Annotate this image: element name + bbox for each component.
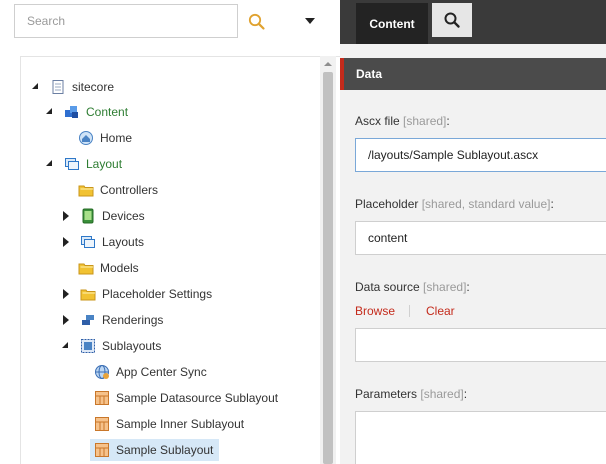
tree-item-label: Content: [86, 105, 129, 119]
tree-item-sample-sublayout[interactable]: Sample Sublayout: [90, 439, 220, 461]
tree-item-sample-datasource-sublayout[interactable]: Sample Datasource Sublayout: [94, 387, 278, 409]
parameters-field[interactable]: [355, 411, 606, 464]
tree-item-sample-inner-sublayout[interactable]: Sample Inner Sublayout: [94, 413, 244, 435]
editor-tab-bar: Content: [340, 0, 606, 44]
search-bar: [0, 0, 340, 56]
expander-expand-icon[interactable]: [62, 231, 70, 253]
tree-item-label: sitecore: [72, 80, 115, 94]
folder-icon: [80, 289, 96, 301]
ascx-file-field[interactable]: [355, 138, 606, 172]
tree-item-controllers[interactable]: Controllers: [78, 179, 158, 201]
tab-content[interactable]: Content: [356, 3, 428, 44]
tree-item-app-center-sync[interactable]: App Center Sync: [94, 361, 207, 383]
field-colon: :: [466, 280, 470, 294]
browse-link[interactable]: Browse: [355, 304, 395, 318]
field-name: Parameters: [355, 387, 418, 401]
data-source-field[interactable]: [355, 328, 606, 362]
ascx-file-input[interactable]: [356, 139, 606, 171]
data-source-label: Data source [shared]:: [355, 280, 470, 294]
search-options-dropdown[interactable]: [300, 12, 320, 32]
tree-item-content[interactable]: Content: [46, 101, 128, 123]
clear-link[interactable]: Clear: [426, 304, 455, 318]
sublayout-icon: [95, 417, 109, 431]
content-tree-pane: sitecore Content Home Layout Controllers…: [0, 0, 340, 464]
data-source-input[interactable]: [356, 329, 606, 361]
ascx-file-label: Ascx file [shared]:: [355, 114, 450, 128]
tree-item-label: Sample Sublayout: [116, 443, 214, 457]
field-meta: [shared]: [423, 280, 467, 294]
field-name: Placeholder: [355, 197, 419, 211]
expander-expand-icon[interactable]: [62, 205, 70, 227]
tree-item-label: Sample Inner Sublayout: [116, 417, 245, 431]
expander-collapse-icon[interactable]: [46, 153, 54, 175]
sublayout-icon: [95, 443, 109, 457]
expander-expand-icon[interactable]: [62, 309, 70, 331]
tree-item-sublayouts[interactable]: Sublayouts: [62, 335, 161, 357]
search-icon: [248, 13, 265, 30]
tree-item-label: Sublayouts: [102, 339, 162, 353]
expander-collapse-icon[interactable]: [32, 76, 40, 98]
field-meta: [shared]: [403, 114, 447, 128]
tree-item-label: Placeholder Settings: [102, 287, 213, 301]
tab-search[interactable]: [432, 3, 472, 37]
tree-item-devices[interactable]: Devices: [62, 205, 145, 227]
renderings-icon: [82, 315, 94, 325]
search-input[interactable]: [15, 5, 237, 37]
section-accent-bar: [340, 58, 344, 90]
tree-item-label: Layouts: [102, 235, 145, 249]
section-header-data[interactable]: Data: [340, 58, 606, 90]
tree-item-label: Renderings: [102, 313, 164, 327]
tree-item-label: Devices: [102, 209, 145, 223]
field-name: Data source: [355, 280, 420, 294]
placeholder-label: Placeholder [shared, standard value]:: [355, 197, 554, 211]
content-editor-pane: Content Data Ascx file [shared]: Placeho…: [340, 0, 606, 464]
field-colon: :: [463, 387, 468, 401]
sublayout-icon: [95, 391, 109, 405]
tab-label: Content: [369, 16, 415, 31]
tree-item-layout[interactable]: Layout: [46, 153, 122, 175]
chevron-down-icon: [305, 18, 315, 24]
expander-expand-icon[interactable]: [62, 283, 70, 305]
tree-item-layouts[interactable]: Layouts: [62, 231, 144, 253]
placeholder-field[interactable]: [355, 221, 606, 255]
tree-item-label: Layout: [86, 157, 123, 171]
search-button[interactable]: [247, 12, 267, 32]
link-divider: [409, 305, 410, 317]
tree-item-renderings[interactable]: Renderings: [62, 309, 163, 331]
field-colon: :: [550, 197, 554, 211]
folder-icon: [78, 185, 94, 197]
device-icon: [82, 208, 94, 224]
globe-icon: [95, 365, 109, 379]
tree-item-label: Home: [100, 131, 133, 145]
tree-scrollbar[interactable]: [320, 56, 336, 464]
section-title: Data: [356, 67, 383, 81]
tree-item-home[interactable]: Home: [78, 127, 132, 149]
sublayouts-icon: [81, 339, 95, 353]
search-field[interactable]: [14, 4, 238, 38]
layout-icon: [65, 158, 79, 170]
field-name: Ascx file: [355, 114, 400, 128]
home-icon: [79, 131, 93, 145]
tree-item-label: Sample Datasource Sublayout: [116, 391, 279, 405]
expander-collapse-icon[interactable]: [46, 101, 54, 123]
tree-item-placeholder-settings[interactable]: Placeholder Settings: [62, 283, 212, 305]
parameters-label: Parameters [shared]:: [355, 387, 467, 401]
tree-item-label: Controllers: [100, 183, 159, 197]
field-meta: [shared]: [420, 387, 464, 401]
placeholder-input[interactable]: [356, 222, 606, 254]
tree-item-label: Models: [100, 261, 139, 275]
tree-item-label: App Center Sync: [116, 365, 207, 379]
expander-collapse-icon[interactable]: [62, 335, 70, 357]
scroll-up-arrow[interactable]: [324, 62, 332, 66]
search-icon: [444, 12, 460, 28]
tree-item-models[interactable]: Models: [78, 257, 139, 279]
content-icon: [65, 106, 78, 118]
tree-item-sitecore[interactable]: sitecore: [32, 76, 114, 98]
layout-icon: [81, 236, 95, 248]
field-colon: :: [446, 114, 450, 128]
folder-icon: [78, 263, 94, 275]
page-icon: [52, 80, 64, 94]
field-meta: [shared, standard value]: [421, 197, 551, 211]
scrollbar-thumb[interactable]: [323, 72, 333, 464]
